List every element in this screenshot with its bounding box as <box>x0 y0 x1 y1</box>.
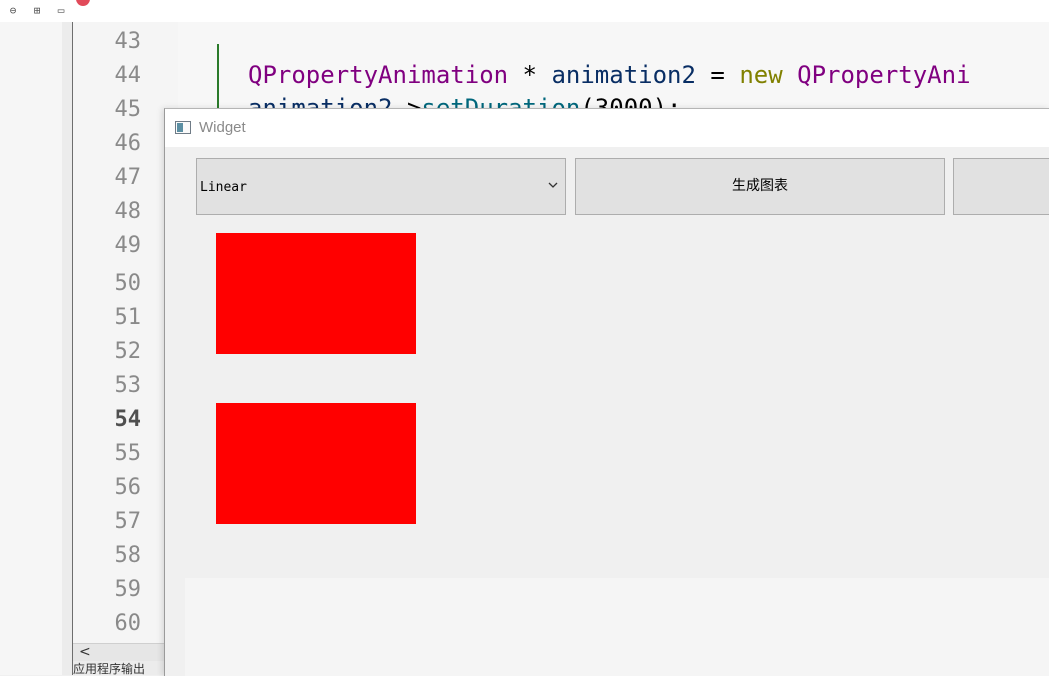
line-number-gutter: 43 44 45 46 47 48 49 50 51 52 53 54 55 5… <box>73 22 145 647</box>
window-icon[interactable]: ▭ <box>54 4 68 18</box>
code-token-type: QPropertyAnimation <box>248 61 509 89</box>
line-number: 55 <box>114 441 142 466</box>
line-number: 56 <box>114 475 142 500</box>
chart-placeholder-area <box>185 578 1049 676</box>
line-number: 60 <box>114 611 142 636</box>
line-number: 59 <box>114 577 142 602</box>
second-action-button[interactable] <box>953 158 1049 215</box>
ide-side-splitter[interactable] <box>62 22 73 675</box>
notification-dot <box>76 0 90 6</box>
code-line-44: QPropertyAnimation * animation2 = new QP… <box>248 60 971 90</box>
code-token-op: * <box>508 61 552 89</box>
widget-client-area: Linear 生成图表 <box>165 147 1049 676</box>
output-pane-tab[interactable]: 应用程序输出 <box>73 661 165 675</box>
current-line-number: 54 <box>114 407 142 432</box>
app-window-icon <box>175 121 191 134</box>
line-number: 49 <box>114 233 142 258</box>
ide-toolbar: ⊖ ⊞ ▭ <box>0 0 1049 23</box>
easing-curve-combobox[interactable]: Linear <box>196 158 566 215</box>
line-number: 48 <box>114 199 142 224</box>
line-number: 53 <box>114 373 142 398</box>
output-pane-label: 应用程序输出 <box>73 662 146 675</box>
animated-red-rectangle-2 <box>216 403 416 524</box>
split-icon[interactable]: ⊞ <box>30 4 44 18</box>
widget-window: Widget Linear 生成图表 <box>164 108 1049 676</box>
window-titlebar[interactable]: Widget <box>165 109 1049 147</box>
code-token-type: QPropertyAni <box>782 61 971 89</box>
line-number: 50 <box>114 271 142 296</box>
line-number: 44 <box>114 63 142 88</box>
scroll-left-icon[interactable]: < <box>79 644 91 660</box>
link-icon[interactable]: ⊖ <box>6 4 20 18</box>
generate-chart-button[interactable]: 生成图表 <box>575 158 945 215</box>
line-number: 47 <box>114 165 142 190</box>
horizontal-scrollbar[interactable]: < <box>73 643 165 662</box>
ide-side-panel <box>0 22 63 675</box>
combobox-selected-value: Linear <box>200 180 247 195</box>
line-number: 45 <box>114 97 142 122</box>
line-number: 51 <box>114 305 142 330</box>
chevron-down-icon <box>548 182 558 188</box>
line-number: 58 <box>114 543 142 568</box>
window-title: Widget <box>199 119 246 136</box>
animated-red-rectangle-1 <box>216 233 416 354</box>
code-token-op: = <box>695 61 740 89</box>
line-number: 46 <box>114 131 142 156</box>
line-number: 57 <box>114 509 142 534</box>
line-number: 43 <box>114 29 142 54</box>
line-number: 52 <box>114 339 142 364</box>
code-token-var: animation2 <box>551 61 696 89</box>
code-token-keyword: new <box>739 61 783 89</box>
